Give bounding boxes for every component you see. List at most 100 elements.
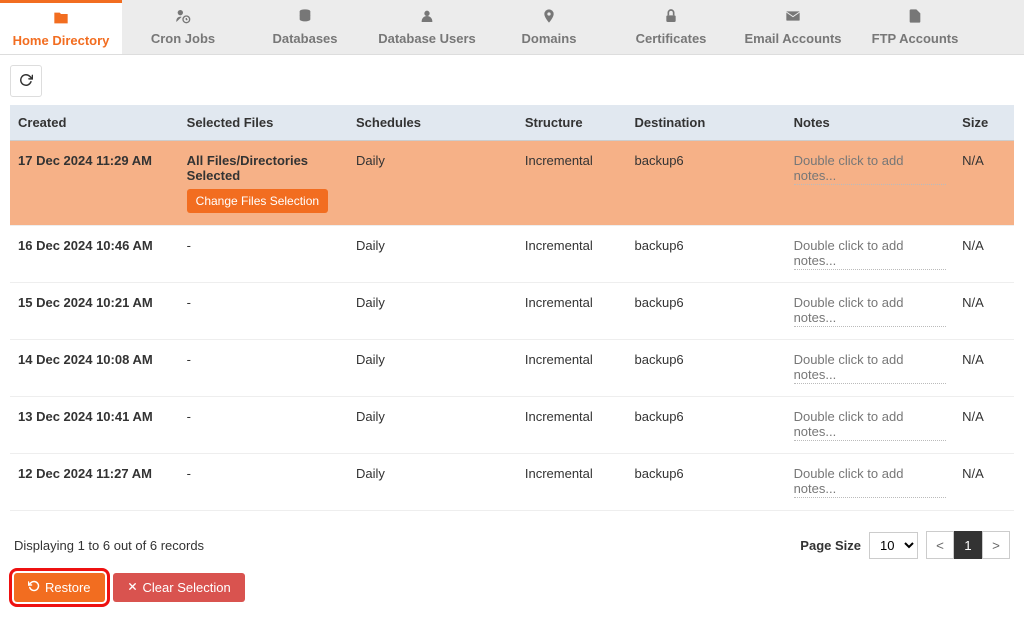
clear-selection-button[interactable]: Clear Selection [113, 573, 245, 602]
clear-icon [127, 580, 138, 595]
envelope-icon [784, 8, 802, 29]
cell-structure: Incremental [517, 397, 627, 454]
col-notes[interactable]: Notes [786, 105, 955, 141]
cell-schedules: Daily [348, 454, 517, 511]
pin-icon [540, 8, 558, 29]
col-size[interactable]: Size [954, 105, 1014, 141]
cell-size: N/A [954, 397, 1014, 454]
cell-structure: Incremental [517, 340, 627, 397]
tab-label: Cron Jobs [151, 31, 215, 46]
pager: < 1 > [926, 531, 1010, 559]
cell-selected-files: - [179, 397, 348, 454]
tab-label: Domains [522, 31, 577, 46]
tab-label: Database Users [378, 31, 476, 46]
restore-label: Restore [45, 580, 91, 595]
col-schedules[interactable]: Schedules [348, 105, 517, 141]
cell-schedules: Daily [348, 397, 517, 454]
tab-domains[interactable]: Domains [488, 0, 610, 54]
tab-label: FTP Accounts [872, 31, 959, 46]
notes-editable[interactable]: Double click to add notes... [794, 153, 947, 185]
tab-databases[interactable]: Databases [244, 0, 366, 54]
cell-selected-files: - [179, 454, 348, 511]
pager-current[interactable]: 1 [954, 531, 982, 559]
cell-destination: backup6 [627, 283, 786, 340]
cell-selected-files: All Files/DirectoriesSelectedChange File… [179, 141, 348, 226]
tab-cron-jobs[interactable]: Cron Jobs [122, 0, 244, 54]
tab-home-directory[interactable]: Home Directory [0, 0, 122, 54]
user-clock-icon [174, 8, 192, 29]
table-row[interactable]: 17 Dec 2024 11:29 AMAll Files/Directorie… [10, 141, 1014, 226]
table-row[interactable]: 15 Dec 2024 10:21 AM-DailyIncrementalbac… [10, 283, 1014, 340]
database-icon [296, 8, 314, 29]
change-files-button[interactable]: Change Files Selection [187, 189, 328, 213]
clear-label: Clear Selection [143, 580, 231, 595]
cell-notes: Double click to add notes... [786, 454, 955, 511]
tabs-bar: Home Directory Cron Jobs Databases Database… [0, 0, 1024, 55]
tab-label: Email Accounts [744, 31, 841, 46]
tab-ftp-accounts[interactable]: FTP Accounts [854, 0, 976, 54]
tab-label: Databases [272, 31, 337, 46]
cell-created: 16 Dec 2024 10:46 AM [10, 226, 179, 283]
cell-destination: backup6 [627, 141, 786, 226]
notes-editable[interactable]: Double click to add notes... [794, 466, 947, 498]
cell-structure: Incremental [517, 454, 627, 511]
restore-button[interactable]: Restore [14, 573, 105, 602]
table-row[interactable]: 13 Dec 2024 10:41 AM-DailyIncrementalbac… [10, 397, 1014, 454]
table-footer: Displaying 1 to 6 out of 6 records Page … [10, 531, 1014, 559]
bulk-actions: Restore Clear Selection [10, 573, 1014, 610]
cell-notes: Double click to add notes... [786, 340, 955, 397]
col-structure[interactable]: Structure [517, 105, 627, 141]
tab-label: Home Directory [13, 33, 110, 48]
page-size-select[interactable]: 10 [869, 532, 918, 559]
notes-editable[interactable]: Double click to add notes... [794, 295, 947, 327]
cell-size: N/A [954, 454, 1014, 511]
cell-destination: backup6 [627, 397, 786, 454]
cell-notes: Double click to add notes... [786, 141, 955, 226]
cell-notes: Double click to add notes... [786, 283, 955, 340]
record-count: Displaying 1 to 6 out of 6 records [14, 538, 204, 553]
table-row[interactable]: 14 Dec 2024 10:08 AM-DailyIncrementalbac… [10, 340, 1014, 397]
cell-destination: backup6 [627, 226, 786, 283]
page-size-label: Page Size [800, 538, 861, 553]
cell-size: N/A [954, 141, 1014, 226]
pager-next[interactable]: > [982, 531, 1010, 559]
cell-structure: Incremental [517, 141, 627, 226]
cell-structure: Incremental [517, 283, 627, 340]
col-created[interactable]: Created [10, 105, 179, 141]
tab-certificates[interactable]: Certificates [610, 0, 732, 54]
col-destination[interactable]: Destination [627, 105, 786, 141]
cell-created: 14 Dec 2024 10:08 AM [10, 340, 179, 397]
cell-destination: backup6 [627, 454, 786, 511]
notes-editable[interactable]: Double click to add notes... [794, 352, 947, 384]
cell-selected-files: - [179, 283, 348, 340]
tab-database-users[interactable]: Database Users [366, 0, 488, 54]
cell-notes: Double click to add notes... [786, 226, 955, 283]
pager-prev[interactable]: < [926, 531, 954, 559]
cell-created: 17 Dec 2024 11:29 AM [10, 141, 179, 226]
file-icon [906, 8, 924, 29]
cell-created: 12 Dec 2024 11:27 AM [10, 454, 179, 511]
tab-email-accounts[interactable]: Email Accounts [732, 0, 854, 54]
refresh-button[interactable] [10, 65, 42, 97]
notes-editable[interactable]: Double click to add notes... [794, 409, 947, 441]
cell-size: N/A [954, 283, 1014, 340]
lock-icon [662, 8, 680, 29]
cell-schedules: Daily [348, 141, 517, 226]
table-row[interactable]: 12 Dec 2024 11:27 AM-DailyIncrementalbac… [10, 454, 1014, 511]
cell-structure: Incremental [517, 226, 627, 283]
col-selected-files[interactable]: Selected Files [179, 105, 348, 141]
cell-size: N/A [954, 340, 1014, 397]
cell-created: 15 Dec 2024 10:21 AM [10, 283, 179, 340]
cell-schedules: Daily [348, 340, 517, 397]
selected-files-line: Selected [187, 168, 340, 183]
backups-table: Created Selected Files Schedules Structu… [10, 105, 1014, 511]
cell-notes: Double click to add notes... [786, 397, 955, 454]
restore-icon [28, 580, 40, 595]
cell-selected-files: - [179, 226, 348, 283]
cell-destination: backup6 [627, 340, 786, 397]
user-icon [418, 8, 436, 29]
cell-size: N/A [954, 226, 1014, 283]
folder-icon [52, 10, 70, 31]
notes-editable[interactable]: Double click to add notes... [794, 238, 947, 270]
table-row[interactable]: 16 Dec 2024 10:46 AM-DailyIncrementalbac… [10, 226, 1014, 283]
